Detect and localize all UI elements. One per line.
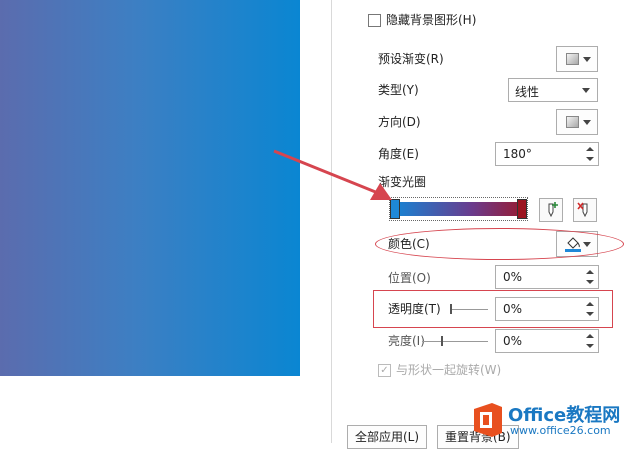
spin-up-icon[interactable]: [586, 334, 594, 338]
office26-watermark: Office教程网 www.office26.com: [470, 399, 629, 443]
rotate-with-shape-checkbox[interactable]: ✓: [378, 364, 391, 377]
angle-value: 180°: [503, 147, 532, 161]
position-value: 0%: [503, 270, 523, 284]
apply-all-button[interactable]: 全部应用(L): [347, 425, 428, 449]
rotate-with-shape-label: 与形状一起旋转(W): [396, 363, 502, 377]
brightness-slider-track[interactable]: [422, 341, 488, 342]
gradient-fill: [392, 202, 525, 216]
direction-dropdown[interactable]: [556, 109, 598, 135]
spin-up-icon[interactable]: [586, 147, 594, 151]
chevron-down-icon: [583, 120, 591, 125]
angle-spinner[interactable]: 180°: [495, 142, 599, 166]
chevron-down-icon: [582, 88, 590, 93]
hide-background-label: 隐藏背景图形(H): [386, 13, 477, 27]
chevron-down-icon: [583, 57, 591, 62]
type-label: 类型(Y): [378, 83, 419, 97]
spin-down-icon[interactable]: [586, 344, 594, 348]
hide-background-checkbox[interactable]: [368, 14, 381, 27]
brightness-spinner[interactable]: 0%: [495, 329, 599, 353]
position-label: 位置(O): [388, 271, 431, 285]
brightness-slider-thumb[interactable]: [441, 336, 443, 346]
annotation-rectangle: [373, 290, 613, 328]
preview-background: [0, 376, 300, 443]
spin-down-icon[interactable]: [586, 280, 594, 284]
add-stop-icon: [548, 202, 558, 218]
slide-preview: [0, 0, 300, 376]
gradient-swatch-icon: [566, 53, 579, 65]
spin-up-icon[interactable]: [586, 270, 594, 274]
preset-gradient-dropdown[interactable]: [556, 46, 598, 72]
brightness-value: 0%: [503, 334, 523, 348]
type-select[interactable]: 线性: [508, 78, 598, 102]
gradient-swatch-icon: [566, 116, 579, 128]
panel-divider: [331, 0, 332, 443]
office-logo-icon: [474, 403, 502, 437]
annotation-arrow-icon: [273, 149, 392, 200]
preset-gradient-label: 预设渐变(R): [378, 52, 444, 66]
brightness-label: 亮度(I): [388, 334, 425, 348]
remove-stop-icon: [577, 202, 588, 218]
watermark-url: www.office26.com: [510, 424, 611, 437]
position-spinner[interactable]: 0%: [495, 265, 599, 289]
add-gradient-stop-button[interactable]: [539, 198, 563, 222]
annotation-ellipse: [375, 228, 624, 260]
gradient-stop-red[interactable]: [517, 199, 527, 219]
remove-gradient-stop-button[interactable]: [573, 198, 597, 222]
spin-down-icon[interactable]: [586, 157, 594, 161]
type-select-value: 线性: [515, 85, 540, 99]
direction-label: 方向(D): [378, 115, 421, 129]
